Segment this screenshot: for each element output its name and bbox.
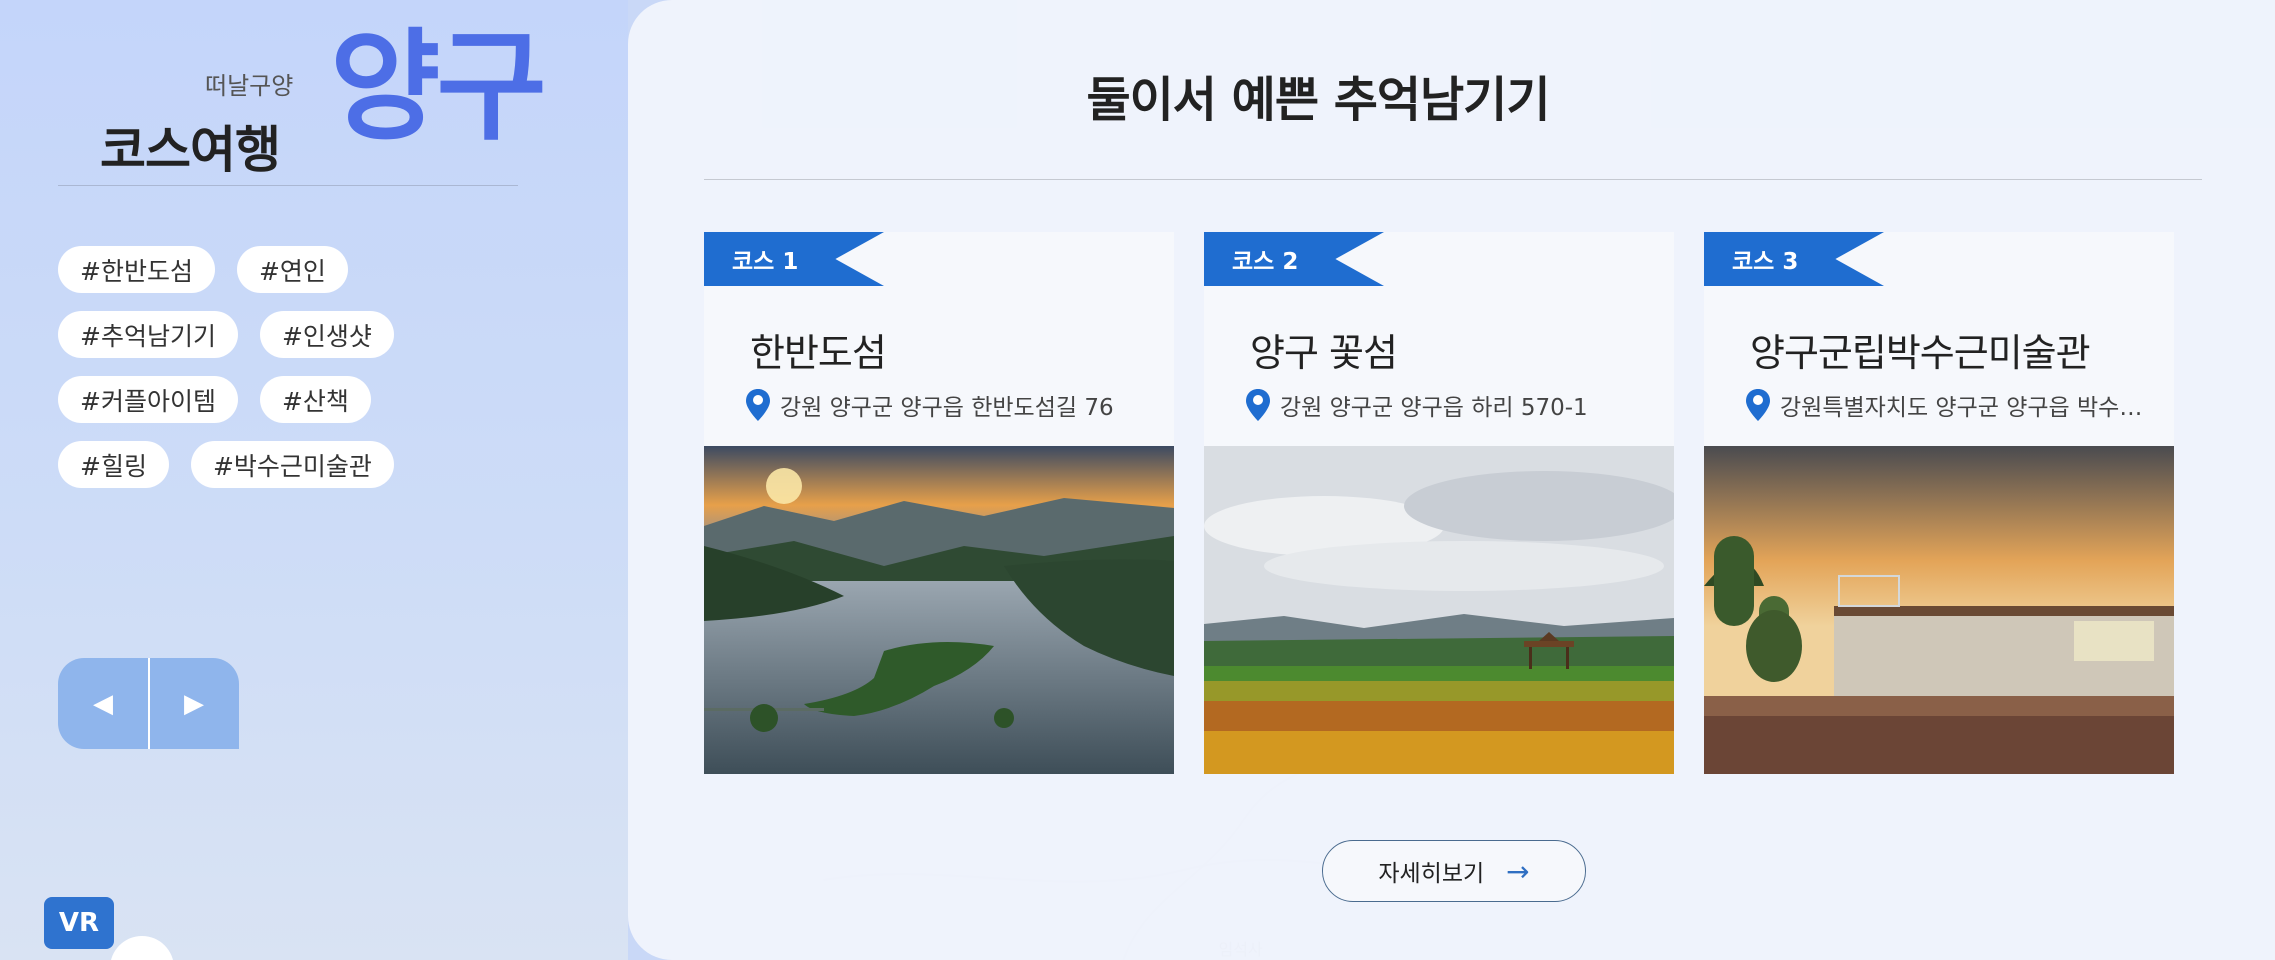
address-text: 강원 양구군 양구읍 하리 570-1 (1280, 395, 1588, 421)
chevron-right-icon: ▶ (184, 688, 204, 719)
chevron-left-icon: ◀ (93, 688, 113, 719)
hashtag[interactable]: #한반도섬 (58, 246, 215, 293)
course-badge: 코스 2 (1204, 232, 1384, 286)
address-text: 강원특별자치도 양구군 양구읍 박수근로 265-15 (1780, 395, 2155, 421)
course-title: 한반도섬 (750, 331, 887, 375)
prev-button[interactable]: ◀ (58, 658, 148, 749)
course-card-1[interactable]: 코스 1 한반도섬 강원 양구군 양구읍 한반도섬길 76 (704, 232, 1174, 774)
left-panel: 임석사 떠날구양 코스여행 양구 #한반도섬 #연인 #추억남기기 #인생샷 #… (0, 0, 1452, 960)
hashtag[interactable]: #연인 (236, 246, 348, 293)
arrow-right-icon: → (1506, 854, 1530, 888)
course-title: 양구군립박수근미술관 (1750, 331, 2091, 375)
course-address: 강원 양구군 양구읍 한반도섬길 76 (746, 388, 1166, 422)
course-badge: 코스 1 (704, 232, 884, 286)
brand-logo-text: 양구 (330, 18, 547, 157)
brand-title: 코스여행 (100, 121, 281, 179)
course-address: 강원특별자치도 양구군 양구읍 박수근로 265-15 (1746, 388, 2166, 422)
course-badge: 코스 3 (1704, 232, 1884, 286)
brand-divider (58, 185, 518, 186)
brand-subtitle: 떠날구양 (205, 72, 294, 100)
course-card-3[interactable]: 코스 3 양구군립박수근미술관 강원특별자치도 양구군 양구읍 박수근로 265… (1704, 232, 2174, 774)
hashtag[interactable]: #인생샷 (259, 311, 394, 358)
carousel-controls: ◀ ▶ (58, 658, 239, 749)
vr-button[interactable]: VR (44, 897, 114, 949)
course-address: 강원 양구군 양구읍 하리 570-1 (1246, 388, 1666, 422)
hashtag-list: #한반도섬 #연인 #추억남기기 #인생샷 #커플아이템 #산책 #힐링 #박수… (58, 246, 478, 488)
course-photo (1204, 446, 1674, 774)
title-divider (704, 179, 2202, 180)
floating-circle-button[interactable] (110, 936, 174, 960)
detail-button-label: 자세히보기 (1378, 861, 1485, 887)
hashtag[interactable]: #산책 (259, 376, 371, 423)
detail-button[interactable]: 자세히보기 → (1322, 840, 1586, 902)
location-pin-icon (1246, 389, 1270, 421)
address-text: 강원 양구군 양구읍 한반도섬길 76 (780, 395, 1114, 421)
next-button[interactable]: ▶ (148, 658, 238, 749)
course-title: 양구 꽃섬 (1250, 331, 1398, 375)
hashtag[interactable]: #커플아이템 (58, 376, 238, 423)
hashtag[interactable]: #힐링 (58, 441, 169, 488)
course-panel: 둘이서 예쁜 추억남기기 코스 1 한반도섬 강원 양구군 양구읍 한반도섬길 … (628, 0, 2275, 960)
course-photo (704, 446, 1174, 774)
course-card-2[interactable]: 코스 2 양구 꽃섬 강원 양구군 양구읍 하리 570-1 (1204, 232, 1674, 774)
page-title: 둘이서 예쁜 추억남기기 (1086, 72, 1550, 128)
location-pin-icon (1746, 389, 1770, 421)
course-photo (1704, 446, 2174, 774)
hashtag[interactable]: #박수근미술관 (190, 441, 394, 488)
hashtag[interactable]: #추억남기기 (58, 311, 238, 358)
location-pin-icon (746, 389, 770, 421)
